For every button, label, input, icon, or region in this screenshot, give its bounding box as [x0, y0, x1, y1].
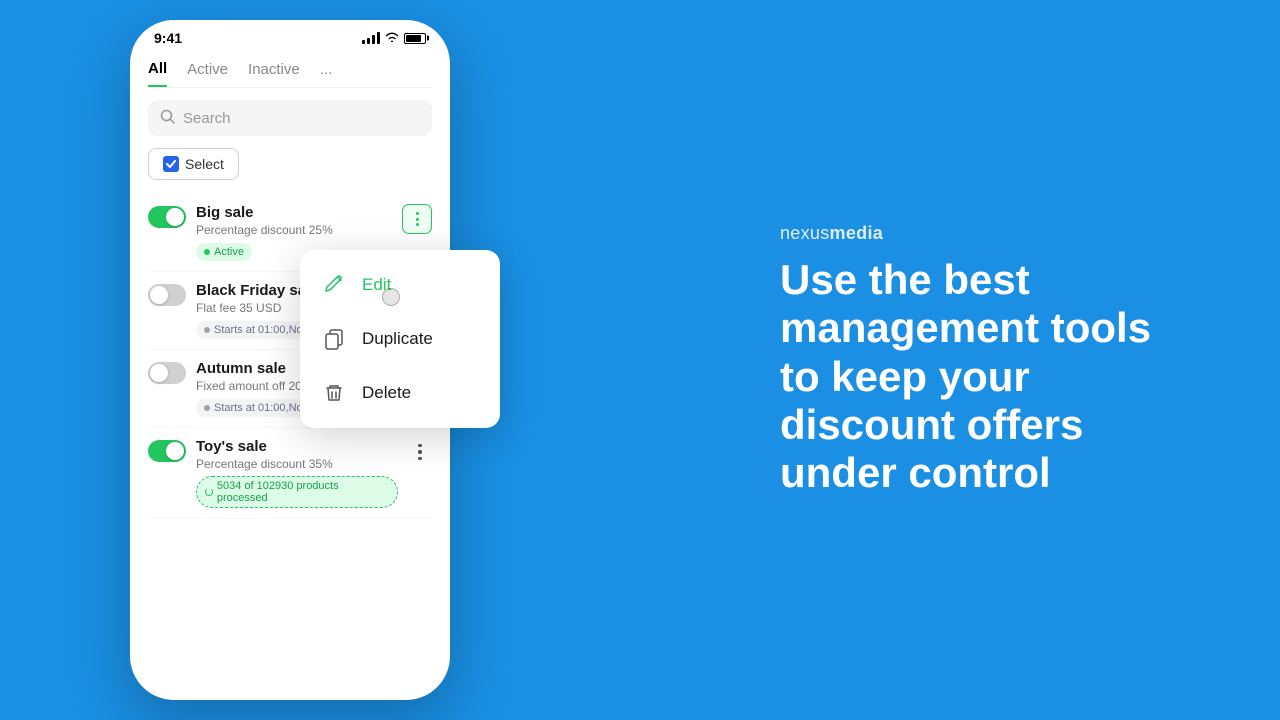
pencil-icon: [320, 271, 348, 299]
item-name-toys-sale: Toy's sale: [196, 438, 398, 455]
battery-icon: [404, 33, 426, 44]
badge-text-big-sale: Active: [214, 246, 244, 258]
item-info-toys-sale: Toy's sale Percentage discount 35% 5034 …: [196, 438, 398, 508]
context-item-delete[interactable]: Delete: [300, 366, 500, 420]
search-bar[interactable]: Search: [148, 100, 432, 136]
phone-notch: [230, 20, 350, 44]
toggle-autumn-sale[interactable]: [148, 362, 186, 384]
brand-regular: nexus: [780, 223, 830, 243]
promo-section: nexusmedia Use the best management tools…: [780, 223, 1200, 497]
context-menu: Edit Duplicate Delete: [300, 250, 500, 428]
signal-icon: [362, 32, 380, 44]
badge-dot-big-sale: [204, 249, 210, 255]
tab-inactive[interactable]: Inactive: [248, 61, 300, 86]
menu-btn-big-sale[interactable]: [402, 204, 432, 234]
tab-more[interactable]: ...: [320, 61, 333, 86]
delete-label: Delete: [362, 383, 411, 403]
item-desc-toys-sale: Percentage discount 35%: [196, 457, 398, 471]
status-time: 9:41: [154, 30, 182, 46]
select-button[interactable]: Select: [148, 148, 432, 194]
wifi-icon: [385, 31, 399, 45]
select-label: Select: [185, 156, 224, 172]
tab-active[interactable]: Active: [187, 61, 228, 86]
brand-bold: media: [830, 223, 884, 243]
toggle-big-sale[interactable]: [148, 206, 186, 228]
tab-bar: All Active Inactive ...: [148, 52, 432, 88]
badge-spin-toys-sale: [205, 488, 213, 496]
brand-name: nexusmedia: [780, 223, 1200, 244]
badge-dot-autumn-sale: [204, 405, 210, 411]
checkbox-icon: [163, 156, 179, 172]
item-name-big-sale: Big sale: [196, 204, 392, 221]
promo-headline: Use the best management tools to keep yo…: [780, 256, 1200, 497]
status-icons: [362, 31, 426, 45]
search-icon: [160, 109, 175, 127]
duplicate-label: Duplicate: [362, 329, 433, 349]
menu-btn-toys-sale[interactable]: [408, 440, 432, 464]
context-item-duplicate[interactable]: Duplicate: [300, 312, 500, 366]
copy-icon: [320, 325, 348, 353]
badge-big-sale: Active: [196, 243, 252, 261]
cursor-indicator: [382, 288, 400, 306]
search-placeholder: Search: [183, 110, 231, 127]
context-item-edit[interactable]: Edit: [300, 258, 500, 312]
item-desc-big-sale: Percentage discount 25%: [196, 223, 392, 237]
badge-dot-black-friday: [204, 327, 210, 333]
three-dots-big-sale: [416, 212, 419, 226]
discount-item-toys-sale: Toy's sale Percentage discount 35% 5034 …: [148, 428, 432, 519]
badge-toys-sale: 5034 of 102930 products processed: [196, 476, 398, 508]
tab-all[interactable]: All: [148, 60, 167, 87]
select-btn-inner[interactable]: Select: [148, 148, 239, 180]
badge-text-toys-sale: 5034 of 102930 products processed: [217, 480, 389, 504]
toggle-black-friday[interactable]: [148, 284, 186, 306]
toggle-toys-sale[interactable]: [148, 440, 186, 462]
trash-icon: [320, 379, 348, 407]
